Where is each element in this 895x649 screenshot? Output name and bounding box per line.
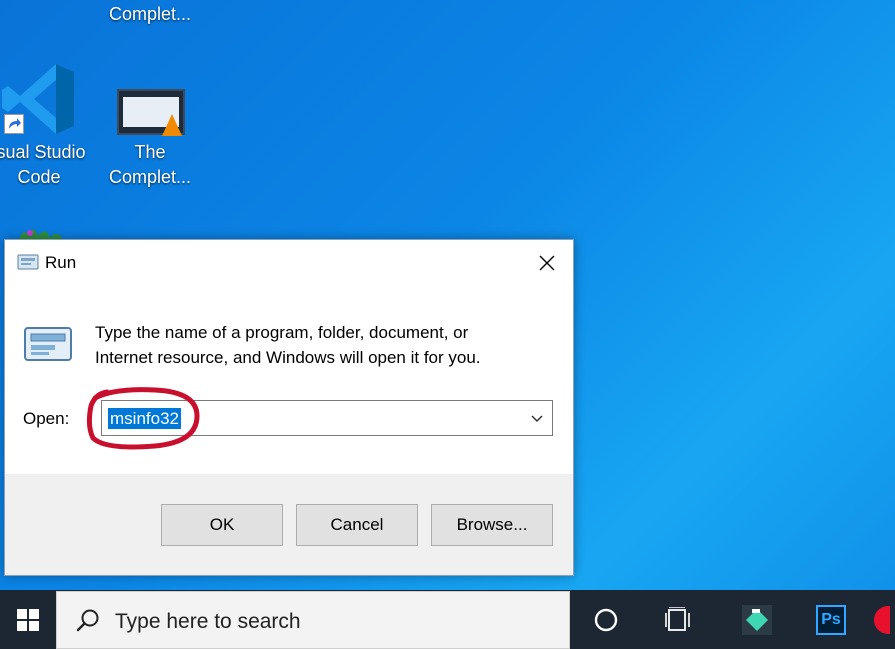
start-button[interactable] bbox=[0, 590, 56, 649]
close-button[interactable] bbox=[525, 246, 569, 280]
browse-button[interactable]: Browse... bbox=[431, 504, 553, 546]
open-label: Open: bbox=[23, 409, 70, 428]
dialog-titlebar[interactable]: Run bbox=[5, 240, 573, 286]
task-view-icon bbox=[665, 606, 690, 631]
desktop-icon-label: isual Studio bbox=[0, 142, 86, 162]
shortcut-arrow-icon bbox=[4, 114, 24, 134]
description-line-1: Type the name of a program, folder, docu… bbox=[95, 323, 469, 342]
task-view-button[interactable] bbox=[651, 590, 707, 649]
windows-logo-icon bbox=[17, 608, 39, 631]
desktop-icon-label: The bbox=[134, 142, 166, 162]
red-app-icon bbox=[874, 605, 890, 634]
run-dialog: Run Type the name of a program, folder, … bbox=[4, 239, 574, 576]
ok-button[interactable]: OK bbox=[161, 504, 283, 546]
desktop-icon-complete-label[interactable]: The Complet... bbox=[95, 140, 205, 190]
description-line-2: Internet resource, and Windows will open… bbox=[95, 348, 481, 367]
photoshop-button[interactable]: Ps bbox=[803, 590, 859, 649]
taskbar: Type here to search Ps bbox=[0, 590, 895, 649]
filmora-icon bbox=[742, 604, 772, 635]
desktop-icon-vscode-label[interactable]: isual Studio Code bbox=[0, 140, 94, 190]
photoshop-icon: Ps bbox=[816, 604, 846, 635]
dialog-title: Run bbox=[45, 253, 77, 272]
desktop-icon-label: Complet... bbox=[108, 167, 192, 187]
filmora-button[interactable] bbox=[729, 590, 785, 649]
search-icon bbox=[76, 609, 99, 632]
cancel-button[interactable]: Cancel bbox=[296, 504, 418, 546]
cortana-icon bbox=[594, 608, 618, 631]
desktop-icon-complete-top[interactable]: Complet... bbox=[95, 2, 205, 27]
cortana-button[interactable] bbox=[578, 590, 634, 649]
close-icon bbox=[539, 255, 555, 271]
run-icon bbox=[17, 254, 39, 270]
vlc-cone-icon bbox=[162, 114, 182, 136]
desktop-icon-label: Complet... bbox=[108, 4, 192, 24]
search-placeholder: Type here to search bbox=[115, 610, 301, 633]
desktop-icon-label: Code bbox=[17, 167, 61, 187]
red-annotation-circle bbox=[86, 387, 200, 450]
taskbar-search-box[interactable]: Type here to search bbox=[56, 591, 570, 649]
app-button-partial[interactable] bbox=[872, 590, 895, 649]
chevron-down-icon[interactable] bbox=[528, 409, 546, 427]
run-program-icon bbox=[24, 327, 72, 361]
dialog-description: Type the name of a program, folder, docu… bbox=[95, 320, 535, 370]
